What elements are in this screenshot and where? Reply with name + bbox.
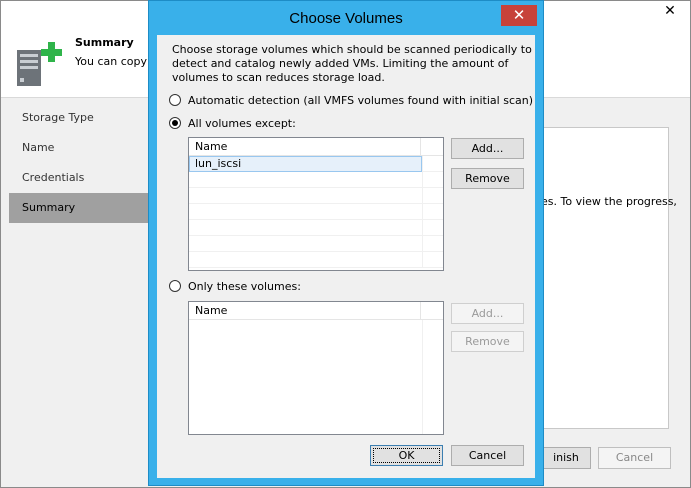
- only-add-button[interactable]: Add...: [451, 303, 524, 324]
- except-add-button[interactable]: Add...: [451, 138, 524, 159]
- dialog-description: Choose storage volumes which should be s…: [172, 43, 532, 84]
- nav-item-credentials[interactable]: Credentials: [9, 163, 149, 193]
- radio-only-these[interactable]: [169, 280, 181, 292]
- wizard-cancel-button[interactable]: Cancel: [598, 447, 671, 469]
- list-empty-row: [189, 220, 443, 236]
- except-list-column-name[interactable]: Name: [189, 138, 421, 155]
- finish-button[interactable]: inish: [541, 447, 591, 469]
- option-only-these-label: Only these volumes:: [188, 279, 301, 293]
- server-add-icon: [17, 42, 62, 86]
- wizard-close-icon[interactable]: ✕: [656, 2, 684, 22]
- except-remove-button[interactable]: Remove: [451, 168, 524, 189]
- column-gridline: [422, 156, 423, 268]
- except-volumes-list[interactable]: Name lun_iscsi: [188, 137, 444, 271]
- option-all-except[interactable]: All volumes except:: [169, 115, 296, 131]
- ok-button[interactable]: OK: [370, 445, 443, 466]
- nav-item-name[interactable]: Name: [9, 133, 149, 163]
- wizard-nav: Storage Type Name Credentials Summary: [9, 103, 149, 223]
- list-empty-row: [189, 172, 443, 188]
- dialog-body: Choose storage volumes which should be s…: [157, 35, 535, 478]
- only-list-header: Name: [189, 302, 443, 320]
- except-list-header: Name: [189, 138, 443, 156]
- list-empty-row: [189, 188, 443, 204]
- wizard-content-text: es. To view the progress,: [541, 195, 677, 208]
- option-automatic-label: Automatic detection (all VMFS volumes fo…: [188, 93, 533, 107]
- only-list-column-name[interactable]: Name: [189, 302, 421, 319]
- radio-automatic[interactable]: [169, 94, 181, 106]
- dialog-title: Choose Volumes: [289, 10, 403, 27]
- option-automatic[interactable]: Automatic detection (all VMFS volumes fo…: [169, 92, 533, 108]
- nav-item-storage-type[interactable]: Storage Type: [9, 103, 149, 133]
- option-only-these[interactable]: Only these volumes:: [169, 278, 301, 294]
- only-volumes-list[interactable]: Name: [188, 301, 444, 435]
- wizard-header-description: You can copy t: [75, 55, 155, 68]
- list-empty-row: [189, 236, 443, 252]
- close-icon[interactable]: ✕: [501, 5, 537, 26]
- list-empty-row: [189, 252, 443, 268]
- column-gridline: [422, 320, 423, 434]
- only-remove-button[interactable]: Remove: [451, 331, 524, 352]
- radio-all-except[interactable]: [169, 117, 181, 129]
- list-empty-row: [189, 204, 443, 220]
- nav-item-summary[interactable]: Summary: [9, 193, 149, 223]
- list-item[interactable]: lun_iscsi: [189, 156, 443, 172]
- wizard-header-title: Summary: [75, 36, 134, 49]
- wizard-content-panel: es. To view the progress,: [541, 127, 677, 429]
- choose-volumes-dialog: Choose Volumes ✕ Choose storage volumes …: [148, 0, 544, 486]
- cancel-button[interactable]: Cancel: [451, 445, 524, 466]
- list-item-name: lun_iscsi: [189, 156, 422, 172]
- option-all-except-label: All volumes except:: [188, 116, 296, 130]
